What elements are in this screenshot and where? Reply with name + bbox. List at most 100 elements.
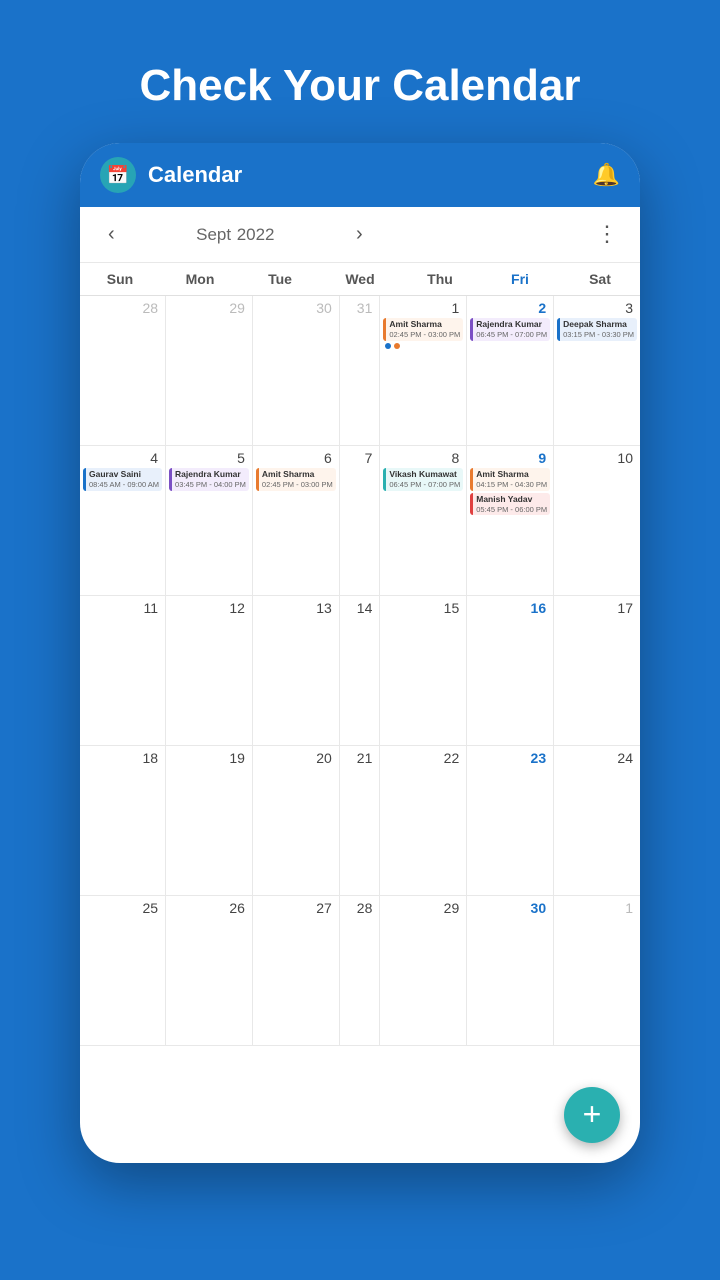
event-time: 06:45 PM - 07:00 PM [476,330,547,340]
calendar-cell[interactable]: 26 [166,896,253,1046]
bell-icon[interactable]: 🔔 [593,162,620,188]
calendar-cell[interactable]: 29 [166,296,253,446]
calendar-cell[interactable]: 12 [166,596,253,746]
event-name: Vikash Kumawat [389,469,460,480]
cell-date-number: 18 [83,750,162,766]
event-name: Deepak Sharma [563,319,634,330]
event-name: Rajendra Kumar [476,319,547,330]
calendar-cell[interactable]: 30 [467,896,554,1046]
calendar-cell[interactable]: 9Amit Sharma04:15 PM - 04:30 PMManish Ya… [467,446,554,596]
month-label: Sept [196,225,231,244]
event-item[interactable]: Gaurav Saini08:45 AM - 09:00 AM [83,468,162,491]
add-event-fab[interactable]: + [564,1087,620,1143]
cell-date-number: 27 [256,900,336,916]
calendar-cell[interactable]: 19 [166,746,253,896]
calendar-cell[interactable]: 22 [380,746,467,896]
cell-date-number: 26 [169,900,249,916]
event-time: 02:45 PM - 03:00 PM [389,330,460,340]
cell-date-number: 24 [557,750,637,766]
event-time: 03:15 PM - 03:30 PM [563,330,634,340]
day-header-thu: Thu [400,263,480,295]
cell-date-number: 1 [557,900,637,916]
event-dot [394,343,400,349]
hero-title: Check Your Calendar [0,0,720,143]
month-year-title: Sept 2022 [123,223,348,246]
calendar-grid: 282930311Amit Sharma02:45 PM - 03:00 PM2… [80,296,640,1163]
year-label: 2022 [237,225,275,244]
calendar-cell[interactable]: 30 [253,296,340,446]
calendar-cell[interactable]: 14 [340,596,381,746]
day-header-sun: Sun [80,263,160,295]
calendar-cell[interactable]: 28 [340,896,381,1046]
prev-month-button[interactable]: ‹ [100,219,123,250]
event-name: Amit Sharma [476,469,547,480]
event-item[interactable]: Amit Sharma02:45 PM - 03:00 PM [383,318,463,341]
calendar-cell[interactable]: 5Rajendra Kumar03:45 PM - 04:00 PM [166,446,253,596]
cell-date-number: 7 [343,450,377,466]
calendar-cell[interactable]: 11 [80,596,166,746]
calendar-nav: ‹ Sept 2022 › ⋮ [80,207,640,263]
calendar-cell[interactable]: 3 Deepak Sharma03:15 PM - 03:30 PM [554,296,640,446]
calendar-cell[interactable]: 1 [554,896,640,1046]
cell-date-number: 19 [169,750,249,766]
cell-date-number: 16 [470,600,550,616]
calendar-cell[interactable]: 8 Vikash Kumawat06:45 PM - 07:00 PM [380,446,467,596]
cell-date-number: 30 [470,900,550,916]
cell-date-number: 23 [470,750,550,766]
day-header-mon: Mon [160,263,240,295]
calendar-cell[interactable]: 24 [554,746,640,896]
cell-date-number: 13 [256,600,336,616]
svg-text:📅: 📅 [107,164,129,185]
day-header-sat: Sat [560,263,640,295]
hero-section: Check Your Calendar [0,0,720,143]
cell-date-number: 8 [383,450,463,466]
event-time: 03:45 PM - 04:00 PM [175,480,246,490]
cell-date-number: 28 [343,900,377,916]
next-month-button[interactable]: › [348,219,371,250]
calendar-cell[interactable]: 23 [467,746,554,896]
calendar-cell[interactable]: 18 [80,746,166,896]
calendar-cell[interactable]: 25 [80,896,166,1046]
event-dot [385,343,391,349]
more-options-button[interactable]: ⋮ [596,221,620,247]
event-item[interactable]: Rajendra Kumar03:45 PM - 04:00 PM [169,468,249,491]
calendar-cell[interactable]: 1Amit Sharma02:45 PM - 03:00 PM [380,296,467,446]
cell-date-number: 30 [256,300,336,316]
cell-date-number: 12 [169,600,249,616]
day-header-fri: Fri [480,263,560,295]
event-item[interactable]: Deepak Sharma03:15 PM - 03:30 PM [557,318,637,341]
day-headers: Sun Mon Tue Wed Thu Fri Sat [80,263,640,296]
event-item[interactable]: Amit Sharma04:15 PM - 04:30 PM [470,468,550,491]
cell-date-number: 11 [83,600,162,616]
cell-date-number: 6 [256,450,336,466]
calendar-cell[interactable]: 16 [467,596,554,746]
event-name: Gaurav Saini [89,469,159,480]
app-title: Calendar [148,162,581,188]
cell-date-number: 29 [383,900,463,916]
calendar-cell[interactable]: 13 [253,596,340,746]
calendar-cell[interactable]: 27 [253,896,340,1046]
calendar-cell[interactable]: 17 [554,596,640,746]
calendar-cell[interactable]: 10 [554,446,640,596]
event-item[interactable]: Amit Sharma02:45 PM - 03:00 PM [256,468,336,491]
calendar-cell[interactable]: 29 [380,896,467,1046]
calendar-cell[interactable]: 20 [253,746,340,896]
event-name: Amit Sharma [389,319,460,330]
calendar-cell[interactable]: 6 Amit Sharma02:45 PM - 03:00 PM [253,446,340,596]
cell-date-number: 3 [557,300,637,316]
calendar-cell[interactable]: 2Rajendra Kumar06:45 PM - 07:00 PM [467,296,554,446]
event-name: Manish Yadav [476,494,547,505]
calendar-cell[interactable]: 7 [340,446,381,596]
calendar-cell[interactable]: 15 [380,596,467,746]
cell-date-number: 9 [470,450,550,466]
cell-date-number: 17 [557,600,637,616]
calendar-cell[interactable]: 21 [340,746,381,896]
app-header: 📅 Calendar 🔔 [80,143,640,207]
calendar-cell[interactable]: 4Gaurav Saini08:45 AM - 09:00 AM [80,446,166,596]
event-time: 06:45 PM - 07:00 PM [389,480,460,490]
event-item[interactable]: Manish Yadav05:45 PM - 06:00 PM [470,493,550,516]
event-item[interactable]: Vikash Kumawat06:45 PM - 07:00 PM [383,468,463,491]
event-item[interactable]: Rajendra Kumar06:45 PM - 07:00 PM [470,318,550,341]
calendar-cell[interactable]: 28 [80,296,166,446]
calendar-cell[interactable]: 31 [340,296,381,446]
